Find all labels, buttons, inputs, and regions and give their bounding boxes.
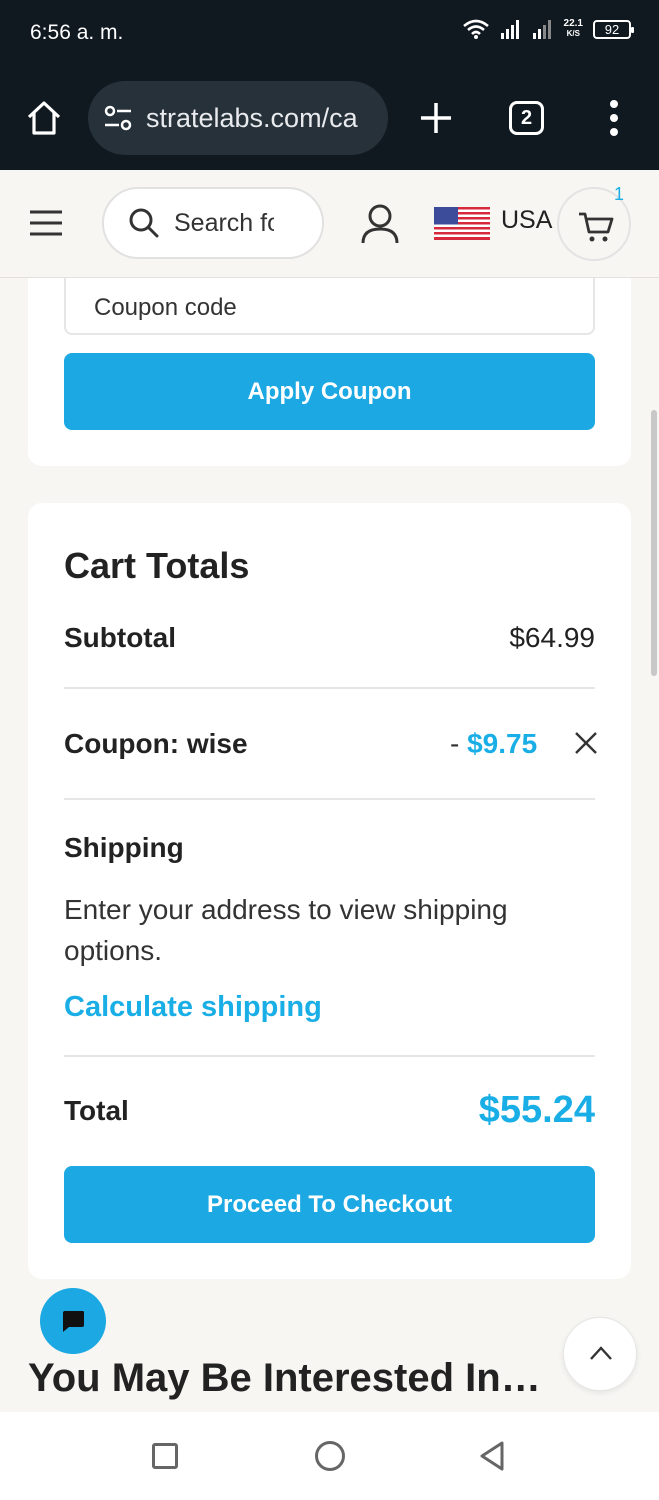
signal-icon [532,20,551,39]
chat-bubble-icon [63,1311,84,1332]
chat-button[interactable] [40,1288,106,1354]
shipping-info-text: Enter your address to view shipping opti… [64,894,508,966]
recents-icon[interactable] [152,1443,178,1469]
tab-switcher-button[interactable]: 2 [509,101,544,135]
user-account-icon[interactable] [360,203,400,245]
site-settings-icon[interactable] [102,102,134,134]
remove-coupon-icon[interactable] [573,730,599,756]
scroll-to-top-button[interactable] [563,1317,637,1391]
browser-toolbar: stratelabs.com/ca 2 [0,68,659,170]
search-input[interactable] [174,208,274,238]
status-time: 6:56 a. m. [30,21,124,44]
site-header: USA 1 [0,170,659,278]
divider [64,798,595,800]
country-selector[interactable]: USA [501,206,552,235]
system-nav-bar [0,1412,659,1500]
url-text: stratelabs.com/ca [146,102,358,133]
more-vert-icon[interactable] [604,98,624,138]
total-label: Total [64,1095,129,1126]
status-icons: 22.1 K/S 92 [462,18,634,40]
wifi-icon [462,19,489,39]
calculate-shipping-link[interactable]: Calculate shipping [64,991,322,1024]
signal-icon [500,20,519,39]
coupon-label: Coupon: wise [64,728,248,759]
menu-icon[interactable] [28,208,64,238]
chevron-up-icon [590,1346,612,1360]
usa-flag-icon[interactable] [434,207,490,240]
search-box[interactable] [102,187,324,259]
page-scrollbar[interactable] [651,410,657,676]
cart-icon [579,212,614,242]
back-icon[interactable] [478,1440,506,1472]
status-bar: 6:56 a. m. 22.1 K/S 92 [0,0,659,68]
divider [64,687,595,689]
cart-count-badge: 1 [614,184,625,204]
cart-totals-card: Cart Totals Subtotal $64.99 Coupon: wise… [28,503,631,1279]
proceed-to-checkout-button[interactable]: Proceed To Checkout [64,1166,595,1243]
apply-coupon-button[interactable]: Apply Coupon [64,353,595,430]
address-bar[interactable]: stratelabs.com/ca [88,81,388,155]
interested-heading: You May Be Interested In… [28,1356,541,1400]
new-tab-icon[interactable] [416,98,456,138]
coupon-discount-value: - $9.75 [450,728,538,759]
total-value: $55.24 [478,1089,595,1131]
home-nav-icon[interactable] [315,1441,345,1471]
cart-totals-title: Cart Totals [64,545,250,586]
home-icon[interactable] [24,98,64,138]
search-icon[interactable] [128,207,160,239]
divider [64,1055,595,1057]
battery-icon: 92 [593,19,634,39]
net-speed: 22.1 K/S [563,18,583,39]
shipping-label: Shipping [64,832,184,863]
subtotal-label: Subtotal [64,622,176,653]
subtotal-value: $64.99 [509,622,595,653]
